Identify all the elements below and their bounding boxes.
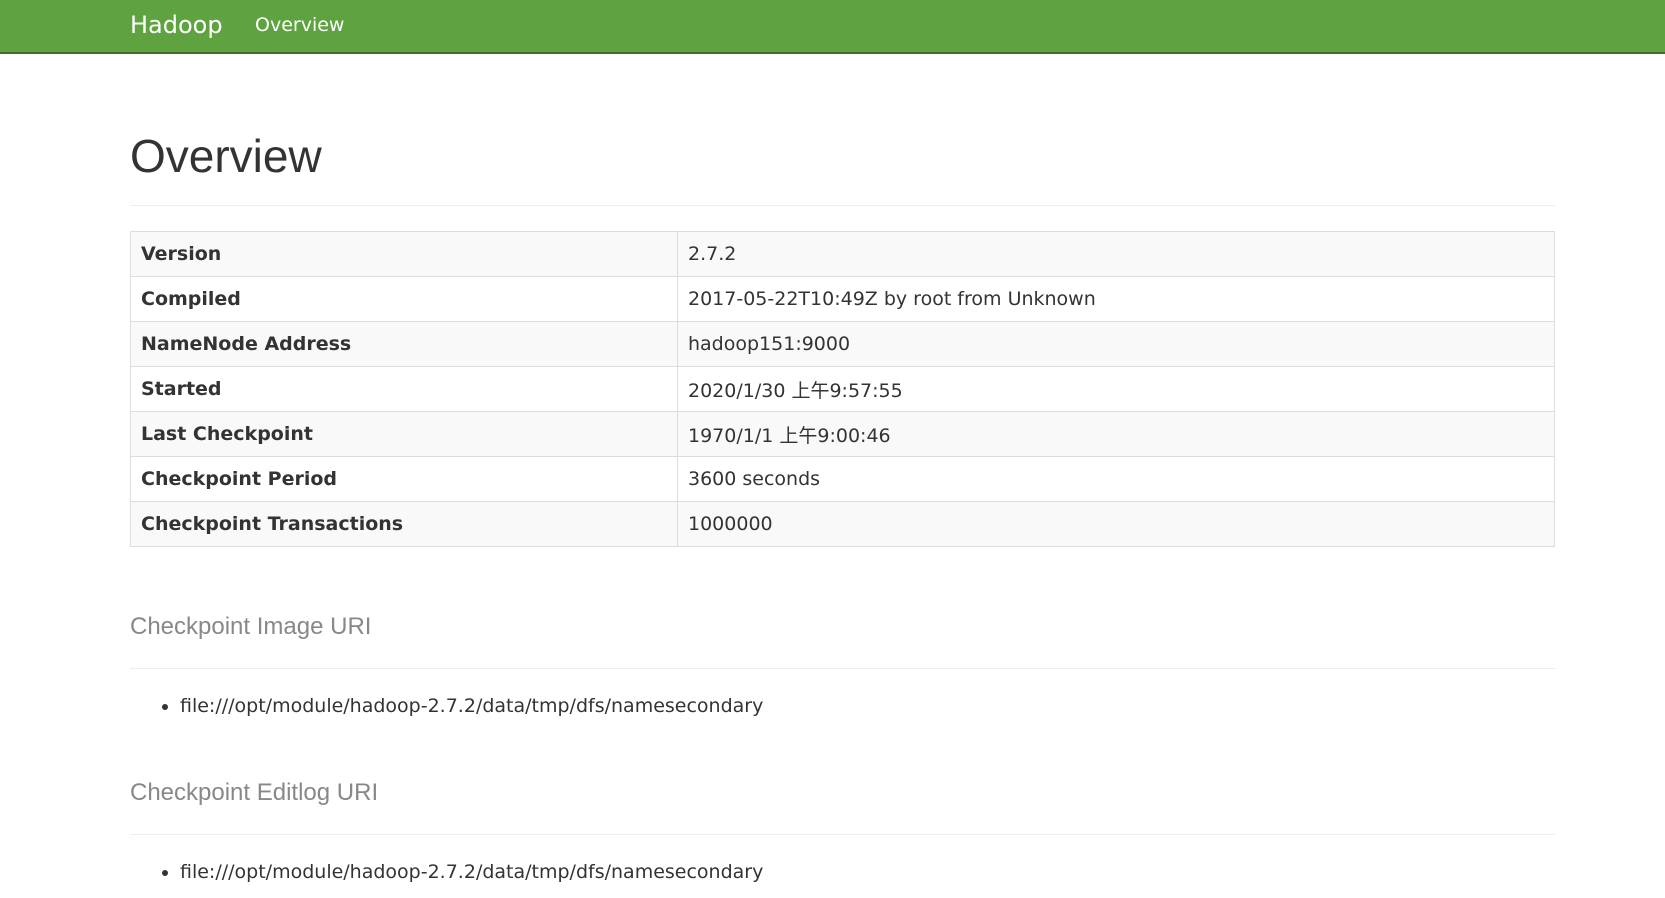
row-label: Compiled — [130, 276, 678, 322]
table-row: Checkpoint Period 3600 seconds — [130, 456, 1555, 502]
row-value: 2017-05-22T10:49Z by root from Unknown — [677, 276, 1555, 322]
table-row: Checkpoint Transactions 1000000 — [130, 501, 1555, 547]
row-label: NameNode Address — [130, 321, 678, 367]
table-row: Started 2020/1/30 上午9:57:55 — [130, 366, 1555, 412]
overview-info-table: Version 2.7.2 Compiled 2017-05-22T10:49Z… — [130, 231, 1555, 547]
table-row: NameNode Address hadoop151:9000 — [130, 321, 1555, 367]
title-divider — [130, 205, 1555, 206]
row-value: 2.7.2 — [677, 231, 1555, 277]
checkpoint-image-uri-list: file:///opt/module/hadoop-2.7.2/data/tmp… — [130, 693, 763, 719]
row-value: hadoop151:9000 — [677, 321, 1555, 367]
row-label: Version — [130, 231, 678, 277]
row-label: Checkpoint Transactions — [130, 501, 678, 547]
list-item: file:///opt/module/hadoop-2.7.2/data/tmp… — [180, 859, 763, 885]
page-title: Overview — [130, 130, 322, 182]
brand-link[interactable]: Hadoop — [130, 10, 223, 40]
section-divider — [130, 668, 1555, 669]
nav-overview-link[interactable]: Overview — [255, 13, 344, 37]
table-row: Compiled 2017-05-22T10:49Z by root from … — [130, 276, 1555, 322]
table-row: Last Checkpoint 1970/1/1 上午9:00:46 — [130, 411, 1555, 457]
row-value: 2020/1/30 上午9:57:55 — [677, 366, 1555, 412]
section-divider — [130, 834, 1555, 835]
row-value: 1000000 — [677, 501, 1555, 547]
checkpoint-editlog-uri-heading: Checkpoint Editlog URI — [130, 779, 379, 806]
checkpoint-editlog-uri-list: file:///opt/module/hadoop-2.7.2/data/tmp… — [130, 859, 763, 885]
row-value: 3600 seconds — [677, 456, 1555, 502]
row-label: Checkpoint Period — [130, 456, 678, 502]
row-label: Last Checkpoint — [130, 411, 678, 457]
list-item: file:///opt/module/hadoop-2.7.2/data/tmp… — [180, 693, 763, 719]
top-navbar: Hadoop Overview — [0, 0, 1665, 54]
checkpoint-image-uri-heading: Checkpoint Image URI — [130, 613, 372, 640]
row-label: Started — [130, 366, 678, 412]
table-row: Version 2.7.2 — [130, 231, 1555, 277]
row-value: 1970/1/1 上午9:00:46 — [677, 411, 1555, 457]
